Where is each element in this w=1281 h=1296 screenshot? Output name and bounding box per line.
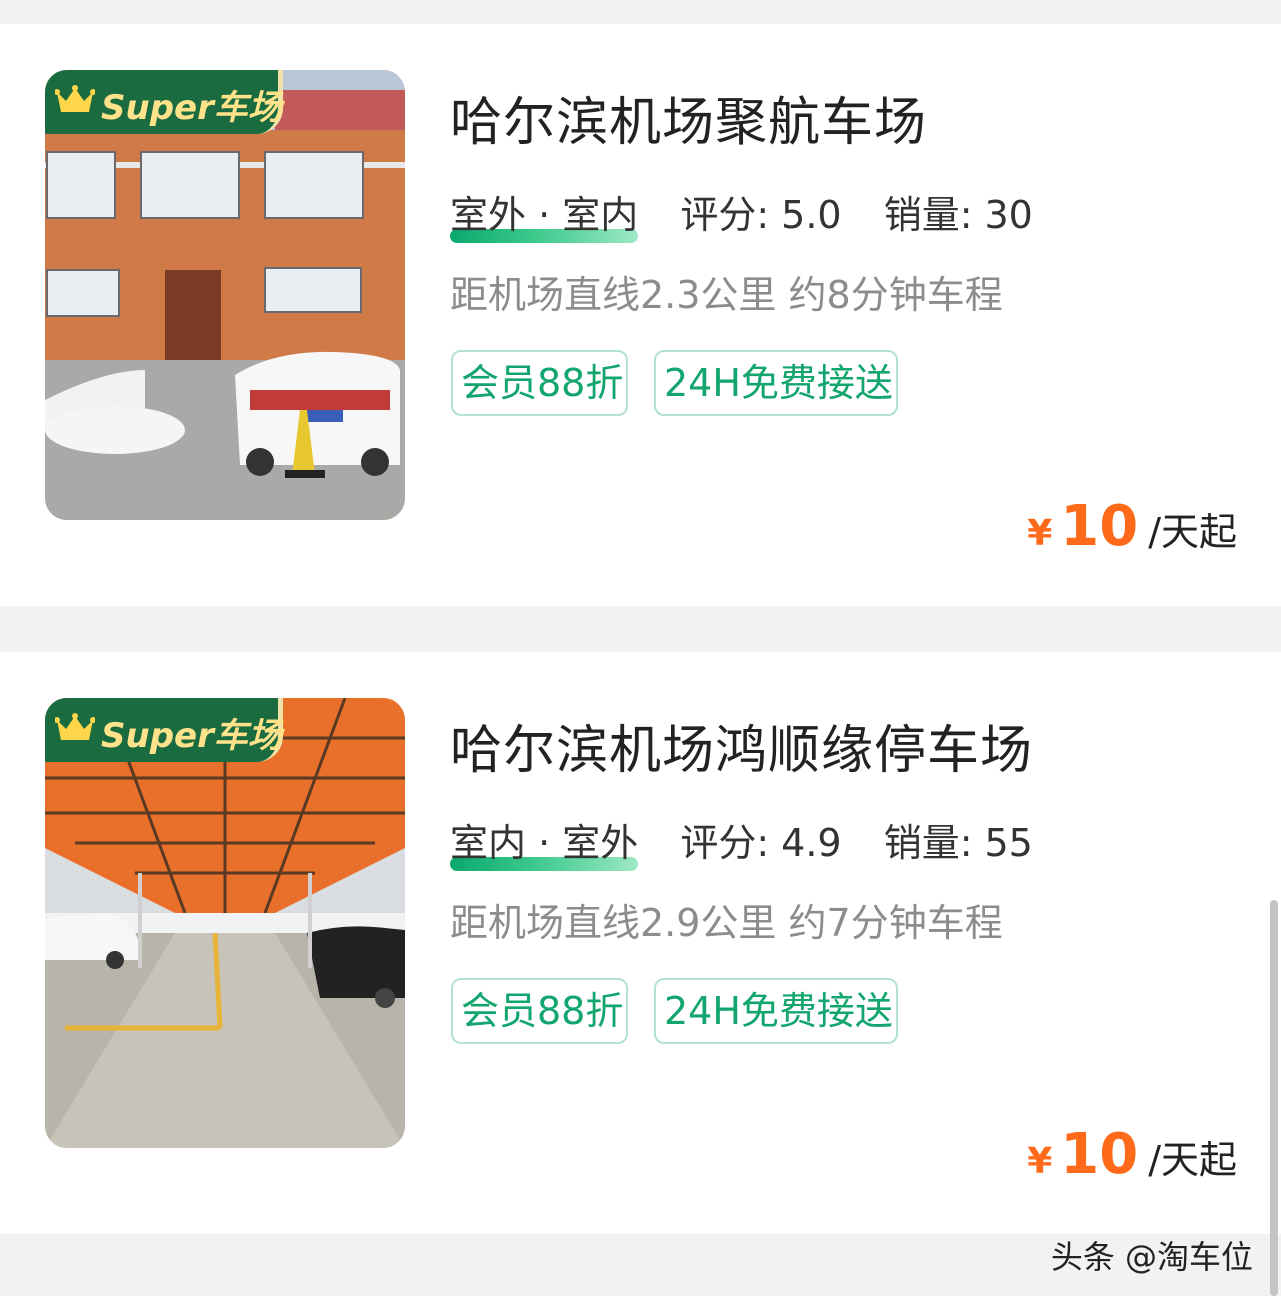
parking-lot-card[interactable]: Super车场 哈尔滨机场鸿顺缘停车场 室内 · 室外 评分: 4.9 销量: 55… bbox=[0, 652, 1281, 1234]
tag-member-discount: 会员88折 bbox=[451, 350, 628, 416]
sales-label: 销量: bbox=[883, 193, 973, 237]
currency-symbol: ¥ bbox=[1027, 513, 1053, 554]
tag-free-shuttle: 24H免费接送 bbox=[654, 978, 898, 1044]
price-amount: 10 bbox=[1060, 494, 1139, 559]
super-lot-badge: Super车场 bbox=[45, 698, 283, 762]
price-unit: /天起 bbox=[1148, 1138, 1237, 1182]
price: ¥10/天起 bbox=[1027, 1122, 1237, 1187]
distance-info: 距机场直线2.3公里 约8分钟车程 bbox=[450, 273, 1003, 317]
tag-member-discount: 会员88折 bbox=[451, 978, 628, 1044]
rating-value: 5.0 bbox=[781, 193, 842, 237]
super-badge-label: Super车场 bbox=[101, 716, 282, 756]
rating-label: 评分: bbox=[680, 193, 770, 237]
sales-label: 销量: bbox=[883, 821, 973, 865]
lot-meta: 室内 · 室外 评分: 4.9 销量: 55 bbox=[450, 812, 1033, 871]
rating-value: 4.9 bbox=[781, 821, 842, 865]
parking-lot-photo: Super车场 bbox=[45, 698, 405, 1148]
lot-meta: 室外 · 室内 评分: 5.0 销量: 30 bbox=[450, 184, 1033, 243]
sales-value: 55 bbox=[984, 821, 1033, 865]
crown-icon bbox=[55, 713, 95, 740]
super-badge-label: Super车场 bbox=[101, 88, 282, 128]
crown-icon bbox=[55, 85, 95, 112]
environment-label: 室外 · 室内 bbox=[450, 184, 639, 243]
price-amount: 10 bbox=[1060, 1122, 1139, 1187]
watermark: 头条 @淘车位 bbox=[1050, 1238, 1253, 1276]
parking-lot-card[interactable]: Super车场 哈尔滨机场聚航车场 室外 · 室内 评分: 5.0 销量: 30 距… bbox=[0, 24, 1281, 606]
sales-value: 30 bbox=[984, 193, 1033, 237]
scrollbar[interactable] bbox=[1270, 900, 1278, 1296]
rating-label: 评分: bbox=[680, 821, 770, 865]
lot-name[interactable]: 哈尔滨机场聚航车场 bbox=[450, 80, 927, 155]
price-unit: /天起 bbox=[1148, 510, 1237, 554]
environment-label: 室内 · 室外 bbox=[450, 812, 639, 871]
tag-free-shuttle: 24H免费接送 bbox=[654, 350, 898, 416]
price: ¥10/天起 bbox=[1027, 494, 1237, 559]
currency-symbol: ¥ bbox=[1027, 1141, 1053, 1182]
parking-lot-photo: Super车场 bbox=[45, 70, 405, 520]
distance-info: 距机场直线2.9公里 约7分钟车程 bbox=[450, 901, 1003, 945]
lot-name[interactable]: 哈尔滨机场鸿顺缘停车场 bbox=[450, 708, 1033, 783]
super-lot-badge: Super车场 bbox=[45, 70, 283, 134]
